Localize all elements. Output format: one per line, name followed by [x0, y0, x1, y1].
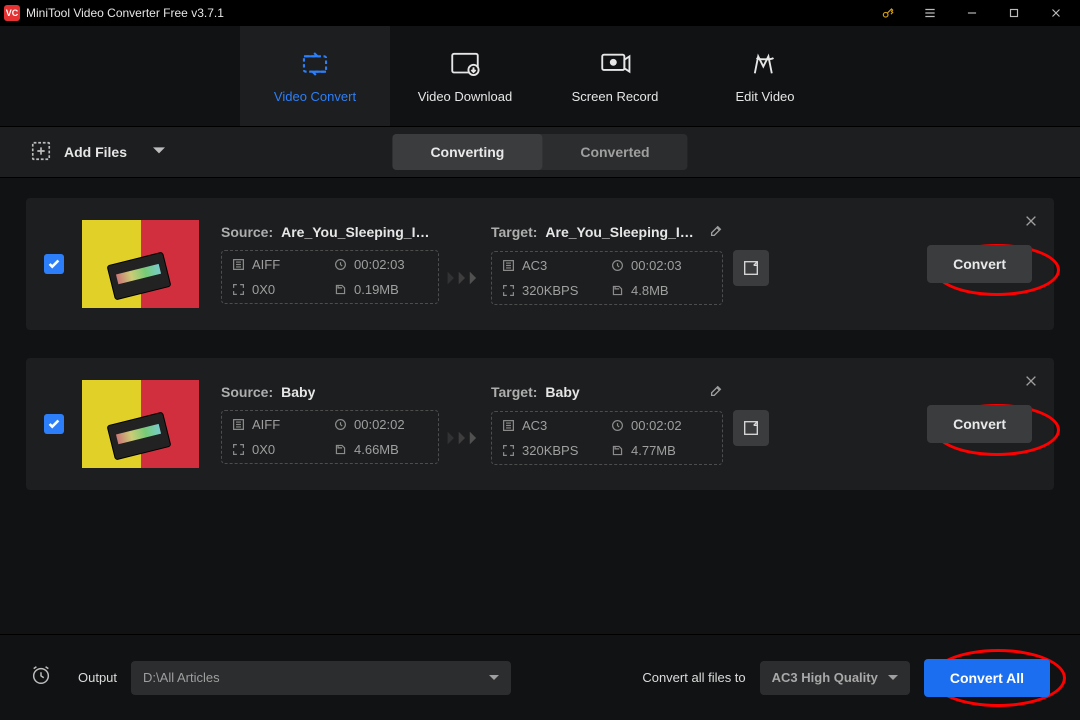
add-files-button[interactable]: Add Files [30, 140, 165, 165]
src-size: 4.66MB [354, 442, 399, 457]
src-codec: AIFF [252, 257, 280, 272]
chevron-down-icon [888, 673, 898, 683]
target-settings-button[interactable] [733, 410, 769, 446]
window-minimize-icon[interactable] [956, 0, 988, 26]
target-settings-button[interactable] [733, 250, 769, 286]
convert-all-files-to-label: Convert all files to [642, 670, 745, 685]
schedule-icon[interactable] [30, 664, 52, 691]
checkbox-checked[interactable] [44, 414, 64, 434]
remove-item-icon[interactable] [1024, 374, 1038, 393]
convert-button[interactable]: Convert [927, 405, 1032, 443]
src-duration: 00:02:03 [354, 257, 405, 272]
source-label: Source: [221, 224, 273, 240]
tab-converting[interactable]: Converting [392, 134, 542, 170]
window-maximize-icon[interactable] [998, 0, 1030, 26]
tgt-duration: 00:02:02 [631, 418, 682, 433]
tgt-size: 4.77MB [631, 443, 676, 458]
tgt-size: 4.8MB [631, 283, 669, 298]
tab-video-convert[interactable]: Video Convert [240, 26, 390, 126]
chevron-down-icon [153, 144, 165, 160]
target-label: Target: [491, 384, 537, 400]
tgt-codec: AC3 [522, 418, 547, 433]
window-close-icon[interactable] [1040, 0, 1072, 26]
bottom-bar: Output D:\All Articles Convert all files… [0, 634, 1080, 720]
target-specs: AC3 00:02:02 320KBPS 4.77MB [491, 411, 723, 465]
src-codec: AIFF [252, 417, 280, 432]
tab-video-download[interactable]: Video Download [390, 26, 540, 126]
src-resolution: 0X0 [252, 282, 275, 297]
target-specs: AC3 00:02:03 320KBPS 4.8MB [491, 251, 723, 305]
convert-button[interactable]: Convert [927, 245, 1032, 283]
convert-all-button[interactable]: Convert All [924, 659, 1050, 697]
source-specs: AIFF 00:02:03 0X0 0.19MB [221, 250, 439, 304]
thumbnail [82, 220, 199, 308]
main-nav: Video Convert Video Download Screen Reco… [0, 26, 1080, 126]
tgt-bitrate: 320KBPS [522, 283, 578, 298]
remove-item-icon[interactable] [1024, 214, 1038, 233]
tab-converted[interactable]: Converted [542, 134, 687, 170]
edit-target-icon[interactable] [709, 224, 723, 241]
thumbnail [82, 380, 199, 468]
tgt-codec: AC3 [522, 258, 547, 273]
tab-edit-video[interactable]: Edit Video [690, 26, 840, 126]
target-label: Target: [491, 224, 537, 240]
output-label: Output [78, 670, 117, 685]
edit-target-icon[interactable] [709, 384, 723, 401]
conversion-item: Source: Are_You_Sleeping_In... AIFF 00:0… [26, 198, 1054, 330]
source-specs: AIFF 00:02:02 0X0 4.66MB [221, 410, 439, 464]
app-title: MiniTool Video Converter Free v3.7.1 [26, 6, 224, 20]
add-files-icon [30, 140, 52, 165]
source-name: Baby [281, 384, 315, 400]
arrow-icon [439, 268, 491, 288]
record-icon [598, 49, 632, 79]
conversion-item: Source: Baby AIFF 00:02:02 0X0 4.66MB Ta… [26, 358, 1054, 490]
tgt-duration: 00:02:03 [631, 258, 682, 273]
arrow-icon [439, 428, 491, 448]
titlebar: VC MiniTool Video Converter Free v3.7.1 [0, 0, 1080, 26]
format-value: AC3 High Quality [772, 670, 878, 685]
output-path-select[interactable]: D:\All Articles [131, 661, 511, 695]
target-name: Baby [545, 384, 579, 400]
target-name: Are_You_Sleeping_In... [545, 224, 695, 240]
src-resolution: 0X0 [252, 442, 275, 457]
nav-label: Edit Video [735, 89, 794, 104]
nav-label: Video Download [418, 89, 512, 104]
menu-icon[interactable] [914, 0, 946, 26]
key-icon[interactable] [872, 0, 904, 26]
source-name: Are_You_Sleeping_In... [281, 224, 431, 240]
toolbar: Add Files Converting Converted [0, 126, 1080, 178]
convert-icon [298, 49, 332, 79]
nav-label: Screen Record [572, 89, 659, 104]
format-select[interactable]: AC3 High Quality [760, 661, 910, 695]
checkbox-checked[interactable] [44, 254, 64, 274]
chevron-down-icon [489, 673, 499, 683]
app-logo: VC [4, 5, 20, 21]
tab-screen-record[interactable]: Screen Record [540, 26, 690, 126]
nav-label: Video Convert [274, 89, 356, 104]
download-icon [448, 49, 482, 79]
src-size: 0.19MB [354, 282, 399, 297]
conversion-tabs: Converting Converted [392, 134, 687, 170]
output-path-value: D:\All Articles [143, 670, 220, 685]
tgt-bitrate: 320KBPS [522, 443, 578, 458]
source-label: Source: [221, 384, 273, 400]
edit-icon [748, 49, 782, 79]
src-duration: 00:02:02 [354, 417, 405, 432]
add-files-label: Add Files [64, 144, 127, 160]
content-area: Source: Are_You_Sleeping_In... AIFF 00:0… [0, 178, 1080, 490]
